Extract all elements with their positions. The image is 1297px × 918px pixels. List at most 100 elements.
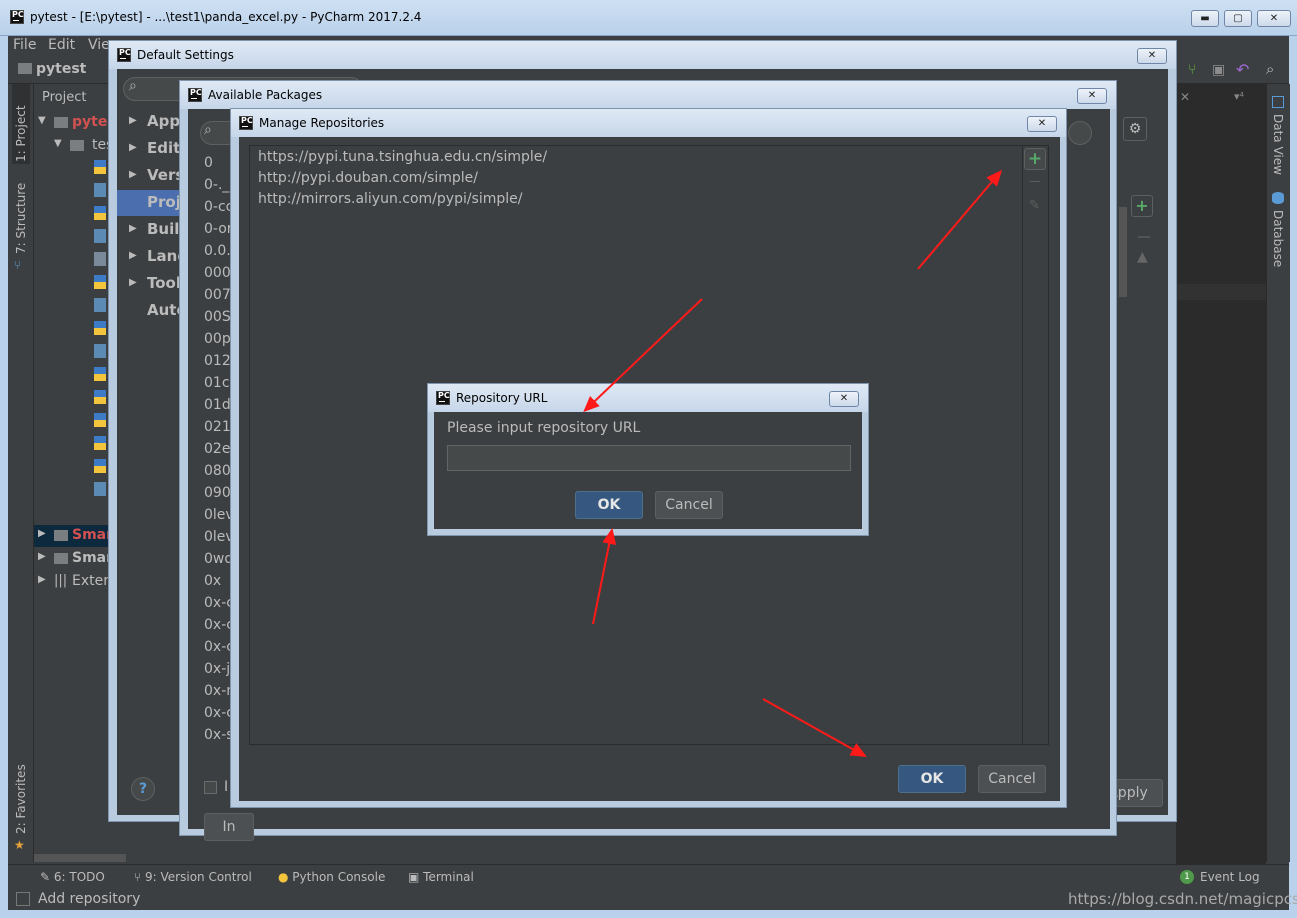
grid-file-icon [94, 252, 106, 266]
vertical-scrollbar[interactable] [1119, 207, 1127, 297]
install-package-button[interactable]: In [204, 813, 254, 841]
dialog-close-button[interactable]: ✕ [1027, 116, 1057, 132]
upgrade-package-icon: ▲ [1137, 249, 1148, 265]
menu-edit[interactable]: Edit [48, 37, 75, 53]
tabs-menu-icon[interactable]: ▾⁴ [1234, 90, 1244, 103]
pycharm-app-icon [239, 116, 253, 130]
add-repository-icon[interactable]: + [1024, 148, 1046, 170]
toolbar-divider [1022, 146, 1023, 744]
tool-window-structure[interactable]: 7: Structure [14, 183, 28, 254]
package-item[interactable]: 0wd [204, 551, 233, 567]
vcs-icon: ⑂ [134, 870, 146, 884]
breadcrumb-project[interactable]: pytest [36, 61, 86, 77]
settings-item-tools[interactable]: Tool [147, 274, 181, 292]
ok-button[interactable]: OK [575, 491, 643, 519]
event-log-label: Event Log [1200, 870, 1260, 884]
tree-row-scratch-2[interactable]: ▶ Smar [34, 548, 118, 570]
folder-icon [18, 63, 32, 74]
python-file-icon [94, 459, 106, 473]
window-frame-right [1289, 36, 1297, 910]
dialog-titlebar: Repository URL ✕ [428, 384, 868, 412]
cancel-button[interactable]: Cancel [655, 491, 723, 519]
tool-window-database[interactable]: Database [1271, 210, 1285, 267]
pycharm-app-icon [188, 88, 202, 102]
package-item[interactable]: 0 [204, 155, 213, 171]
python-file-icon [94, 275, 106, 289]
data-view-icon [1272, 96, 1284, 108]
repository-item[interactable]: http://mirrors.aliyun.com/pypi/simple/ [258, 191, 523, 207]
install-option-checkbox[interactable] [204, 781, 217, 794]
expand-arrow-icon: ▼ [38, 115, 46, 126]
tool-window-favorites[interactable]: 2: Favorites [14, 764, 28, 834]
todo-icon: ✎ [40, 870, 54, 884]
vcs-branch-icon[interactable]: ⑂ [1188, 62, 1196, 78]
folder-icon [54, 530, 68, 541]
repository-url-input[interactable] [447, 445, 851, 471]
package-item[interactable]: 007 [204, 287, 231, 303]
tool-window-data-view[interactable]: Data View [1271, 114, 1285, 175]
python-file-icon [94, 436, 106, 450]
package-item[interactable]: 0x [204, 573, 221, 589]
expand-arrow-icon: ▶ [38, 528, 46, 539]
window-close-button[interactable]: ✕ [1257, 10, 1291, 27]
project-tab-label[interactable]: Project [42, 90, 86, 105]
main-window-title: pytest - [E:\pytest] - ...\test1\panda_e… [30, 10, 422, 24]
ok-button[interactable]: OK [898, 765, 966, 793]
menu-file[interactable]: File [13, 37, 36, 53]
tree-row-root[interactable]: ▼ pytes [34, 112, 118, 134]
horizontal-scrollbar[interactable] [34, 854, 126, 862]
close-tab-icon[interactable]: ✕ [1180, 90, 1190, 104]
search-field-end [1068, 121, 1092, 145]
search-icon[interactable]: ⌕ [1266, 60, 1274, 78]
repository-item[interactable]: https://pypi.tuna.tsinghua.edu.cn/simple… [258, 149, 547, 165]
event-log-tool-tab[interactable]: 1 Event Log [1180, 870, 1260, 884]
dialog-titlebar: Default Settings ✕ [109, 41, 1176, 69]
library-icon: ||| [54, 573, 68, 588]
repository-item[interactable]: http://pypi.douban.com/simple/ [258, 170, 478, 186]
remove-package-icon: — [1137, 229, 1151, 245]
dialog-close-button[interactable]: ✕ [1077, 88, 1107, 104]
expand-arrow-icon: ▼ [54, 138, 62, 149]
python-file-icon [94, 413, 106, 427]
tree-row-scratch-1[interactable]: ▶ Smar [34, 525, 118, 547]
settings-gear-icon[interactable]: ⚙ [1123, 117, 1147, 141]
tree-row-test1[interactable]: ▼ tes [34, 135, 118, 157]
package-item[interactable]: 0-or [204, 221, 233, 237]
expand-arrow-icon: ▶ [129, 142, 137, 153]
undo-icon[interactable]: ↶ [1236, 60, 1249, 79]
status-panel-toggle-icon[interactable] [16, 892, 30, 906]
python-file-icon [94, 367, 106, 381]
repository-url-dialog: Repository URL ✕ Please input repository… [427, 383, 869, 536]
vcs-history-icon[interactable]: ▣ [1212, 62, 1225, 78]
tree-row-external-libraries[interactable]: ▶ ||| Exter [34, 571, 118, 593]
version-control-tool-tab[interactable]: ⑂ 9: Version Control [134, 870, 252, 884]
dialog-close-button[interactable]: ✕ [1137, 48, 1167, 64]
expand-arrow-icon: ▶ [129, 250, 137, 261]
file-icon [94, 344, 106, 358]
python-file-icon [94, 321, 106, 335]
package-item[interactable]: 021 [204, 419, 231, 435]
dialog-close-button[interactable]: ✕ [829, 391, 859, 407]
search-icon: ⌕ [129, 78, 137, 94]
minimize-button[interactable]: ▬ [1191, 10, 1219, 27]
pycharm-app-icon [117, 48, 131, 62]
help-button[interactable]: ? [131, 777, 155, 801]
settings-item-appearance[interactable]: App [147, 112, 180, 130]
cancel-button[interactable]: Cancel [978, 765, 1046, 793]
structure-icon: ⑂ [14, 258, 22, 272]
terminal-tool-tab[interactable]: ▣ Terminal [408, 870, 474, 884]
file-icon [94, 298, 106, 312]
dialog-title: Repository URL [456, 391, 548, 405]
window-frame-bottom [0, 910, 1297, 918]
project-panel: Project ▼ pytes ▼ tes ▶ Smar ▶ Smar ▶ ||… [34, 84, 126, 864]
maximize-button[interactable]: ▢ [1224, 10, 1252, 27]
todo-tool-tab[interactable]: ✎ 6: TODO [40, 870, 105, 884]
python-file-icon [94, 390, 106, 404]
tool-window-project[interactable]: 1: Project [14, 105, 28, 162]
add-package-icon[interactable]: + [1131, 195, 1153, 217]
package-item[interactable]: 0-cc [204, 199, 233, 215]
python-console-tool-tab[interactable]: ● Python Console [278, 870, 385, 884]
python-file-icon [94, 160, 106, 174]
favorites-star-icon: ★ [14, 838, 25, 852]
dialog-body: Please input repository URL OK Cancel [434, 412, 862, 529]
